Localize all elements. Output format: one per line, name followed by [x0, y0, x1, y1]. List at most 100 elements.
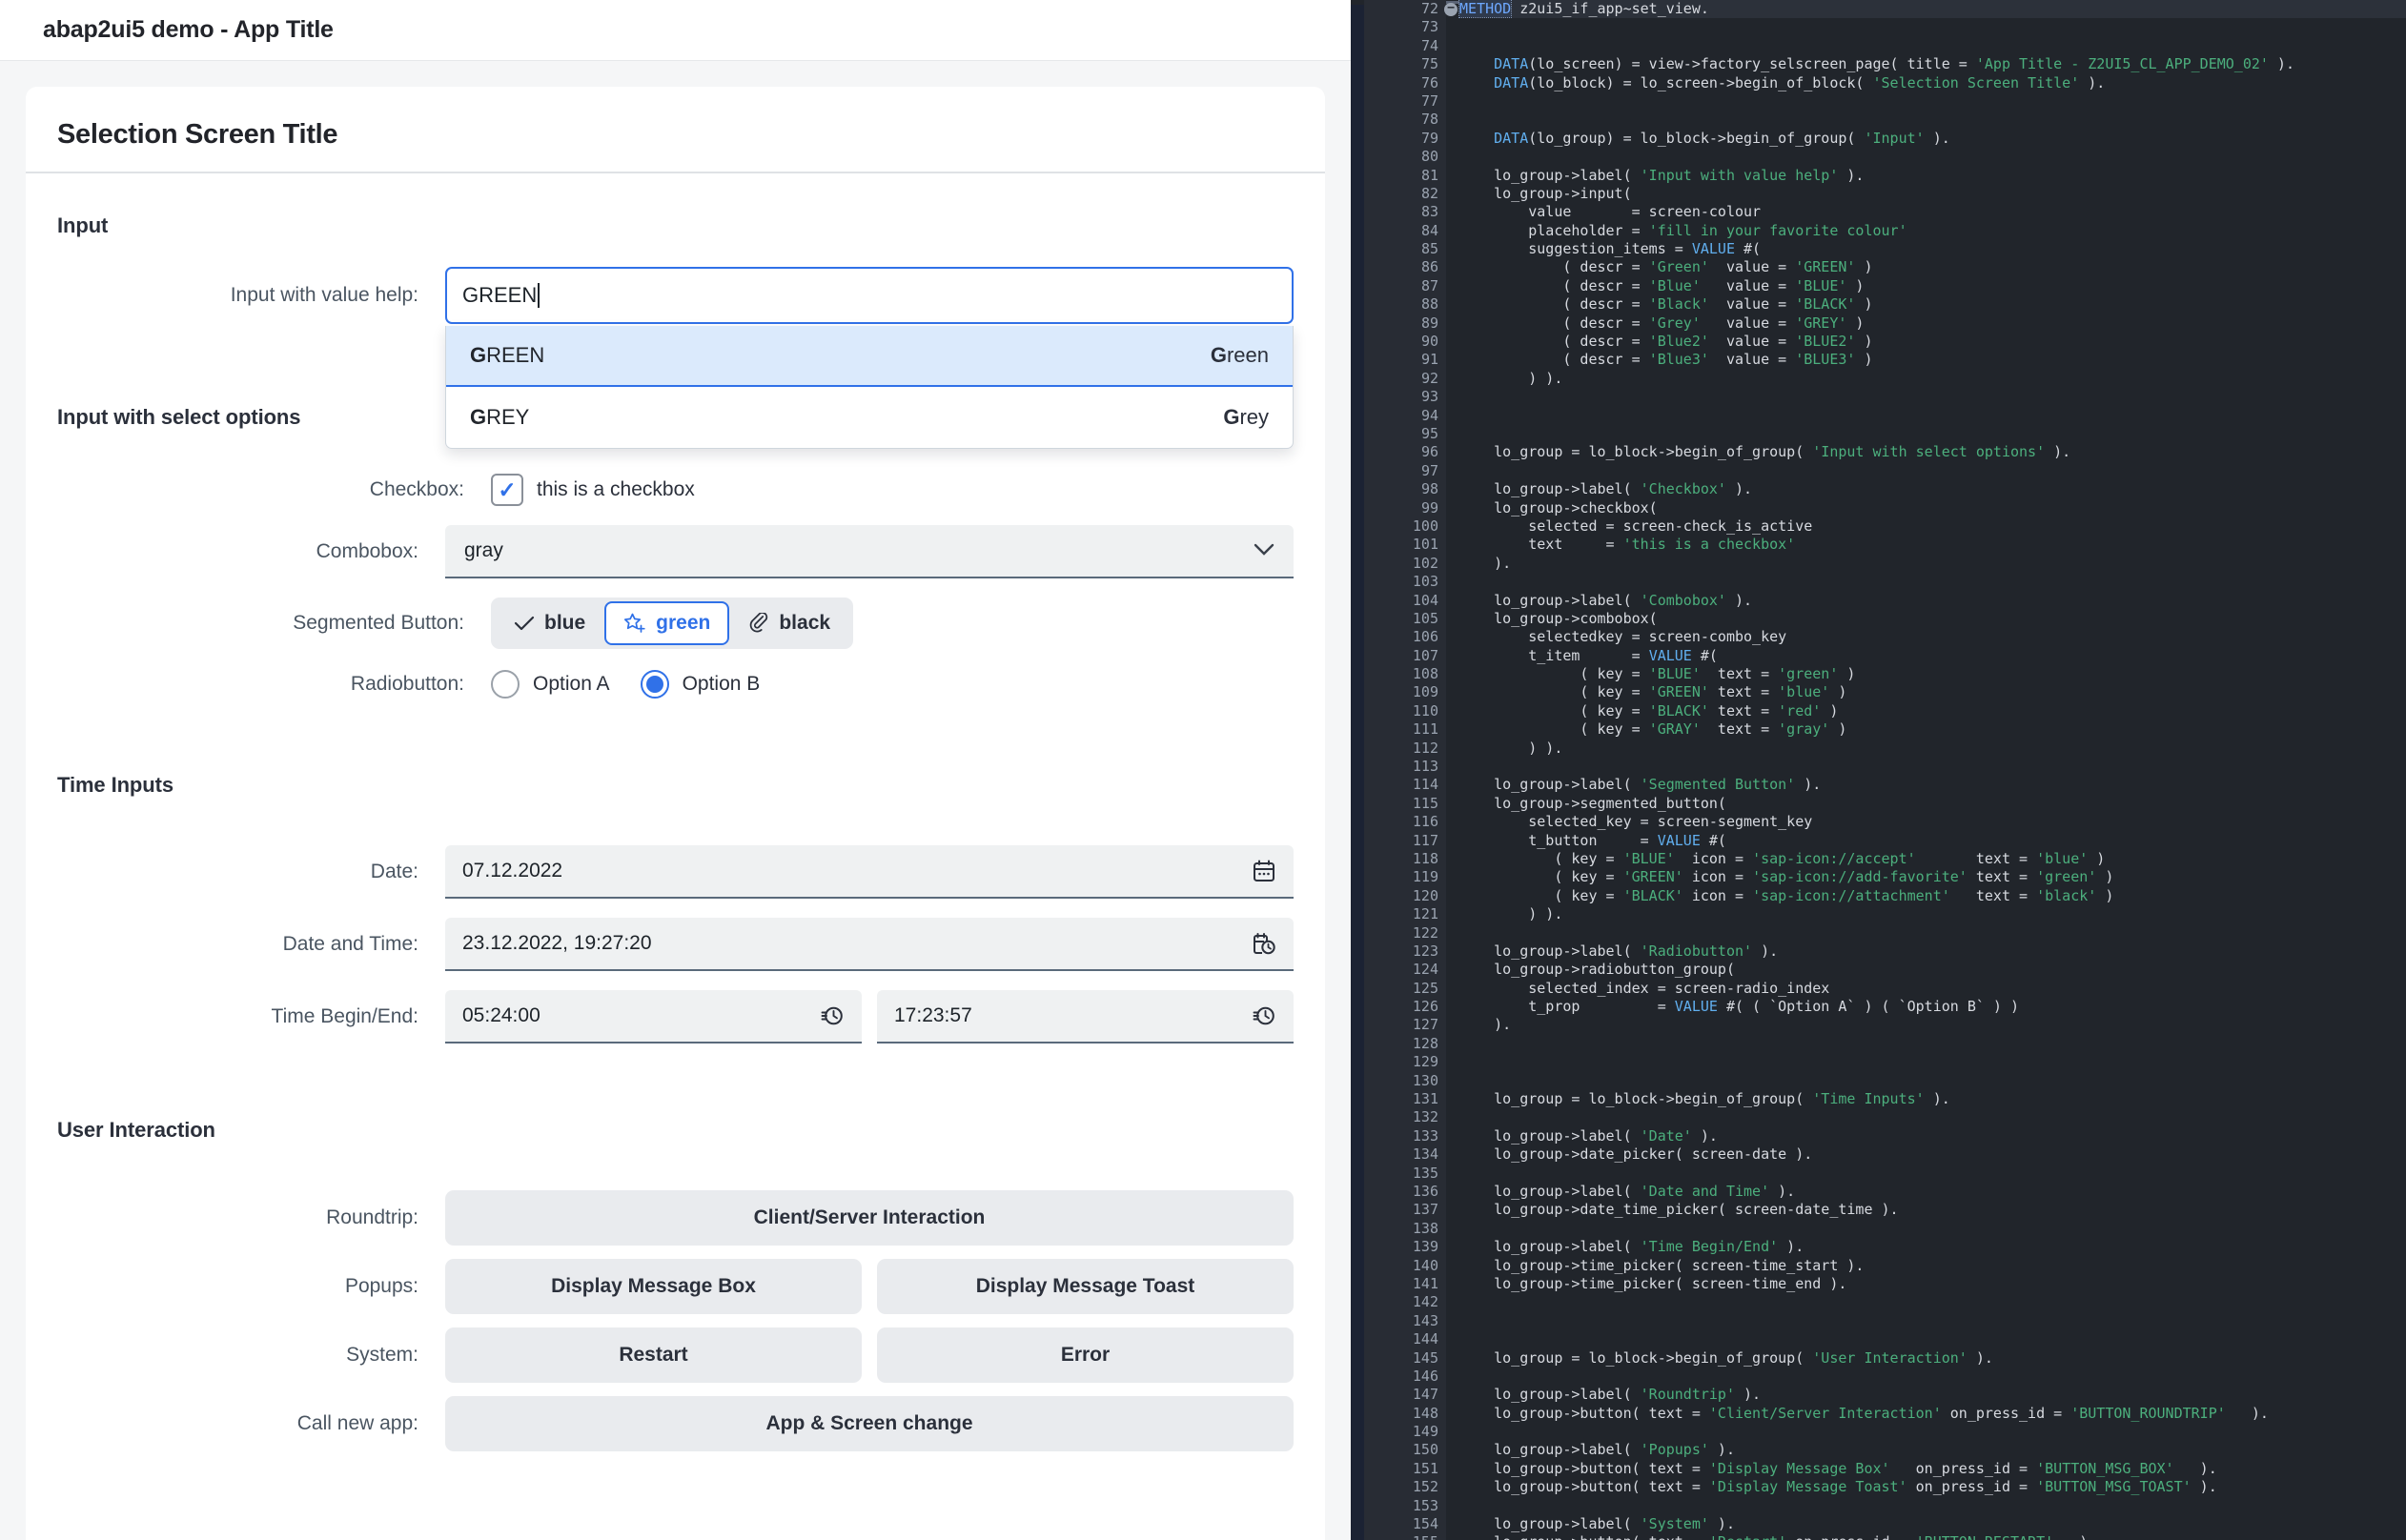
error-button[interactable]: Error — [877, 1327, 1294, 1383]
calendar-clock-icon[interactable] — [1252, 931, 1276, 956]
code-line: lo_group->button( text = 'Display Messag… — [1459, 1478, 2406, 1496]
code-line: ( key = 'GREEN' icon = 'sap-icon://add-f… — [1459, 868, 2406, 886]
clock-icon[interactable] — [820, 1003, 845, 1028]
line-number: 153 — [1412, 1496, 1438, 1514]
code-text: lo_group->checkbox( — [1459, 498, 1658, 517]
line-number: 89 — [1420, 314, 1438, 332]
code-line: lo_group->input( — [1459, 185, 2406, 203]
line-number: 83 — [1420, 203, 1438, 221]
code-line: lo_group->button( text = 'Client/Server … — [1459, 1405, 2406, 1423]
checkbox-input[interactable]: ✓ — [491, 474, 523, 506]
code-line: lo_group->label( 'Checkbox' ). — [1459, 480, 2406, 498]
line-number: 155 — [1364, 1533, 1446, 1540]
segment-blue[interactable]: blue — [495, 601, 604, 645]
line-number: 84 — [1420, 221, 1438, 239]
line-number: 72− — [1364, 0, 1458, 18]
code-text: ( descr = — [1459, 314, 1649, 332]
restart-button[interactable]: Restart — [445, 1327, 862, 1383]
line-number: 149 — [1412, 1423, 1438, 1441]
time-end-input[interactable]: 17:23:57 — [877, 990, 1294, 1044]
code-text: lo_group->time_picker( screen-time_start… — [1459, 1256, 1865, 1274]
code-text: on_press_id = — [1786, 1533, 1915, 1540]
code-text: (lo_screen) = view->factory_selscreen_pa… — [1528, 55, 1976, 73]
code-keyword: VALUE — [1674, 998, 1718, 1016]
app-header-title: abap2ui5 demo - App Title — [43, 16, 334, 43]
line-number: 126 — [1412, 998, 1438, 1016]
code-text: ). — [2173, 1459, 2217, 1477]
code-string: 'green' — [1778, 665, 1839, 683]
app-screen-change-button[interactable]: App & Screen change — [445, 1396, 1294, 1451]
code-line: lo_group->label( 'Roundtrip' ). — [1459, 1386, 2406, 1404]
label-time-range: Time Begin/End: — [271, 1005, 418, 1027]
code-text: text = — [1967, 868, 2037, 886]
code-string: 'BLUE' — [1795, 276, 1847, 294]
chevron-down-icon — [1254, 540, 1274, 562]
label-radiobutton: Radiobutton: — [350, 673, 464, 695]
line-number: 143 — [1412, 1311, 1438, 1329]
code-text: ) — [1855, 333, 1873, 351]
value-help-input[interactable]: GREEN — [445, 267, 1294, 324]
code-line: lo_group->date_time_picker( screen-date_… — [1459, 1201, 2406, 1219]
suggestion-item-grey[interactable]: GREY Grey — [446, 387, 1293, 448]
line-number: 154 — [1412, 1515, 1438, 1533]
code-text: ( key = — [1459, 720, 1649, 739]
code-text: lo_group->label( — [1459, 1515, 1641, 1533]
code-text: ). — [1725, 480, 1753, 498]
code-string: 'Green' — [1648, 258, 1709, 276]
line-number: 116 — [1412, 813, 1438, 831]
code-text: ). — [1735, 1386, 1762, 1404]
line-number-gutter[interactable]: 72−73 74 75 76 77 78 79 80 81 82 83 84 85 86 87 88 89 90 9… — [1364, 0, 1458, 1540]
date-time-value: 23.12.2022, 19:27:20 — [462, 932, 652, 954]
line-number: 101 — [1412, 536, 1438, 554]
segment-black[interactable]: black — [729, 601, 849, 645]
line-number: 79 — [1420, 129, 1438, 147]
radio-option-a[interactable] — [491, 670, 520, 699]
code-editor-pane[interactable]: 72−73 74 75 76 77 78 79 80 81 82 83 84 85 86 87 88 89 90 9… — [1351, 0, 2406, 1540]
code-text: lo_group->button( text = — [1459, 1478, 1709, 1496]
editor-left-strip — [1351, 0, 1364, 1540]
suggestion-item-green[interactable]: GREEN Green — [446, 326, 1293, 387]
message-toast-button[interactable]: Display Message Toast — [877, 1259, 1294, 1314]
time-start-input[interactable]: 05:24:00 — [445, 990, 862, 1044]
code-line: lo_group->label( 'Input with value help'… — [1459, 167, 2406, 185]
code-text: on_press_id = — [1889, 1459, 2037, 1477]
code-string: 'GREEN' — [1622, 868, 1683, 886]
roundtrip-button[interactable]: Client/Server Interaction — [445, 1190, 1294, 1246]
line-number: 94 — [1420, 406, 1438, 424]
date-input[interactable]: 07.12.2022 — [445, 845, 1294, 899]
application-pane: abap2ui5 demo - App Title Selection Scre… — [0, 0, 1351, 1540]
code-string: 'Input with select options' — [1812, 443, 2046, 461]
radio-option-b[interactable] — [640, 670, 669, 699]
code-keyword: VALUE — [1657, 831, 1701, 849]
code-content[interactable]: METHOD z2ui5_if_app~set_view. DATA(lo_sc… — [1446, 0, 2406, 1540]
calendar-icon[interactable] — [1252, 859, 1276, 883]
message-box-button[interactable]: Display Message Box — [445, 1259, 862, 1314]
line-number: 76 — [1420, 73, 1438, 91]
code-text: text = — [1700, 665, 1779, 683]
code-line: suggestion_items = VALUE #( — [1459, 240, 2406, 258]
code-text: ( descr = — [1459, 295, 1649, 314]
code-line: lo_group->segmented_button( — [1459, 795, 2406, 813]
code-string: 'Combobox' — [1640, 591, 1726, 609]
code-text: text = — [1700, 720, 1779, 739]
code-string: 'Blue2' — [1648, 333, 1709, 351]
date-value: 07.12.2022 — [462, 860, 563, 881]
code-text: selectedkey = screen-combo_key — [1459, 628, 1787, 646]
date-time-input[interactable]: 23.12.2022, 19:27:20 — [445, 918, 1294, 971]
clock-icon[interactable] — [1252, 1003, 1276, 1028]
code-string: 'Input with value help' — [1640, 166, 1839, 184]
segment-green[interactable]: green — [604, 601, 730, 645]
code-text: lo_group = lo_block->begin_of_group( — [1459, 1090, 1813, 1108]
code-line: lo_group->label( 'Time Begin/End' ). — [1459, 1238, 2406, 1256]
label-call-new-app: Call new app: — [296, 1412, 418, 1434]
combobox-select[interactable]: gray — [445, 525, 1294, 578]
code-text: selected_key = screen-segment_key — [1459, 813, 1813, 831]
code-keyword: DATA — [1494, 73, 1529, 91]
code-keyword: VALUE — [1648, 646, 1692, 664]
group-heading-input: Input — [57, 213, 109, 237]
code-text: text = — [1708, 683, 1779, 701]
